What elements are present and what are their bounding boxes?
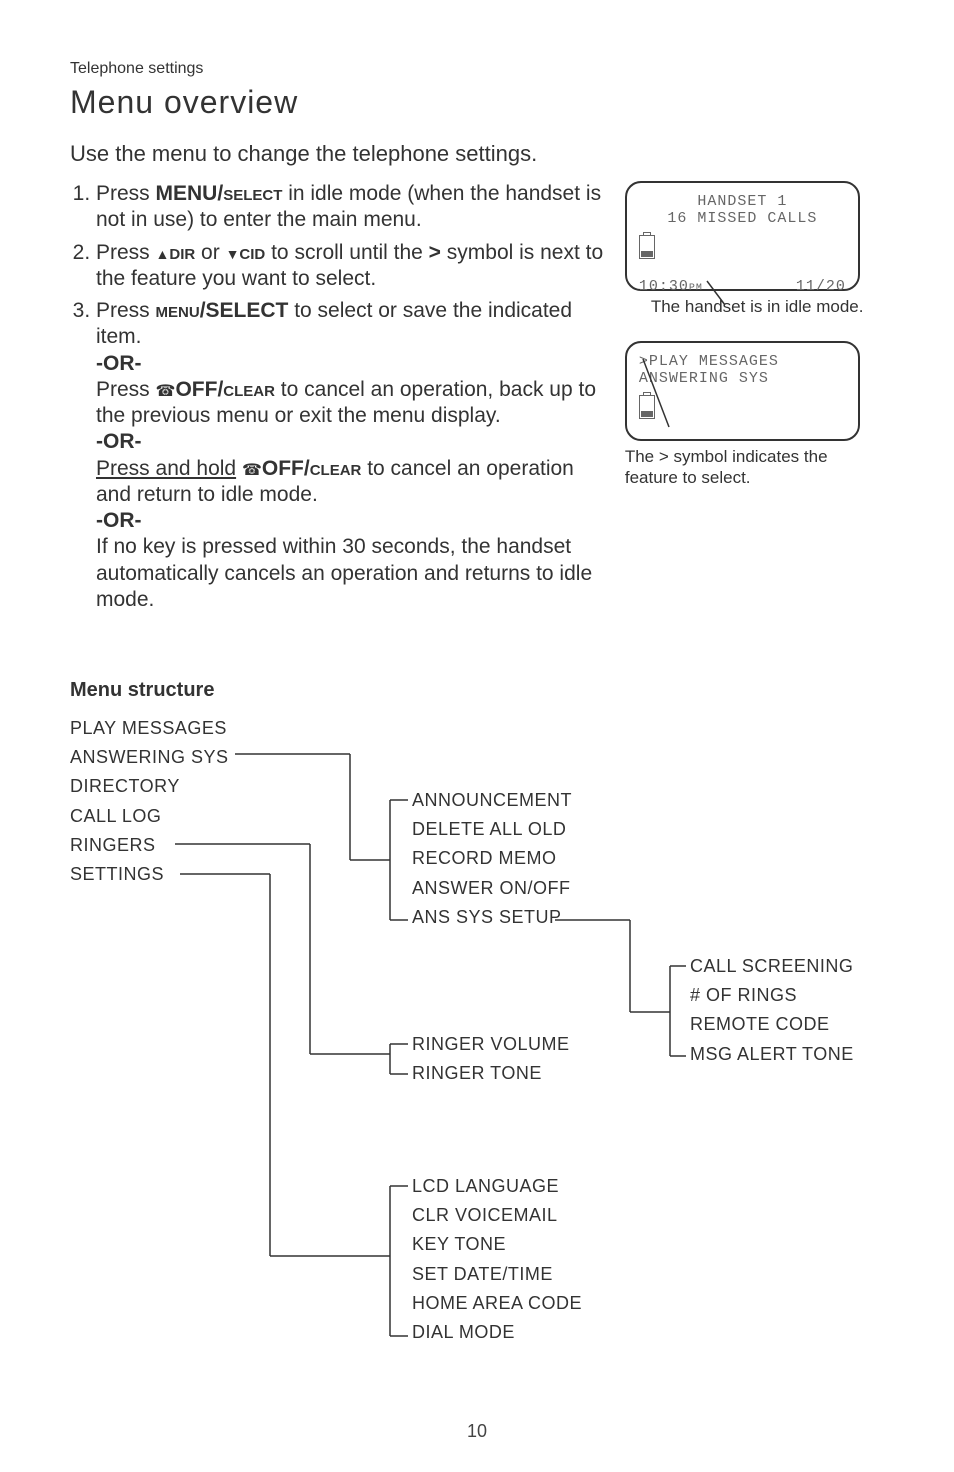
- tree-item: RECORD MEMO: [412, 846, 572, 871]
- tree-item: RINGER TONE: [412, 1061, 570, 1086]
- key-off: OFF/: [175, 378, 223, 401]
- menu-tree: PLAY MESSAGES ANSWERING SYS DIRECTORY CALL …: [70, 716, 884, 1396]
- lcd-date: 11/20: [796, 278, 846, 295]
- down-arrow-icon: [226, 241, 240, 264]
- or-divider: -OR-: [96, 429, 607, 455]
- lcd-time: 10:30: [639, 278, 689, 295]
- tree-item: RINGERS: [70, 833, 229, 858]
- menu-structure-heading: Menu structure: [70, 679, 884, 702]
- callout-line: [643, 397, 683, 467]
- lcd-screen-menu: >PLAY MESSAGES ANSWERING SYS: [625, 341, 860, 441]
- up-arrow-icon: [156, 241, 170, 264]
- tree-item: # OF RINGS: [690, 983, 854, 1008]
- tree-item: HOME AREA CODE: [412, 1291, 582, 1316]
- lcd-pm: PM: [689, 283, 703, 294]
- tree-item: SET DATE/TIME: [412, 1262, 582, 1287]
- step-2: Press dir or cid to scroll until the > s…: [96, 240, 607, 293]
- text-underline: Press and hold: [96, 457, 236, 480]
- text: Press: [96, 299, 156, 322]
- tree-item: DIAL MODE: [412, 1320, 582, 1345]
- tree-item: LCD LANGUAGE: [412, 1174, 582, 1199]
- tree-item: PLAY MESSAGES: [70, 716, 229, 741]
- tree-item: CALL LOG: [70, 804, 229, 829]
- key-menu: menu: [156, 299, 200, 322]
- tree-item: MSG ALERT TONE: [690, 1042, 854, 1067]
- tree-item: RINGER VOLUME: [412, 1032, 570, 1057]
- key-clear: clear: [223, 378, 275, 401]
- tree-setup-col: CALL SCREENING # OF RINGS REMOTE CODE MSG A…: [690, 954, 854, 1071]
- tree-ringers-col: RINGER VOLUME RINGER TONE: [412, 1032, 570, 1090]
- text: Press: [96, 378, 156, 401]
- or-divider: -OR-: [96, 508, 607, 534]
- side-illustrations: HANDSET 1 16 MISSED CALLS 10:30PM 11/20 …: [625, 181, 884, 619]
- tree-item: CLR VOICEMAIL: [412, 1203, 582, 1228]
- gt-symbol: >: [429, 241, 441, 264]
- text: to scroll until the: [265, 241, 428, 264]
- lcd-screen-idle: HANDSET 1 16 MISSED CALLS 10:30PM 11/20: [625, 181, 860, 291]
- step-3: Press menu/SELECT to select or save the …: [96, 298, 607, 613]
- section-label: Telephone settings: [70, 60, 884, 78]
- tree-item: DELETE ALL OLD: [412, 817, 572, 842]
- or-divider: -OR-: [96, 351, 607, 377]
- tree-root-col: PLAY MESSAGES ANSWERING SYS DIRECTORY CALL …: [70, 716, 229, 891]
- key-cid: cid: [239, 241, 265, 264]
- page-number: 10: [0, 1421, 954, 1442]
- intro-text: Use the menu to change the telephone set…: [70, 141, 884, 167]
- key-menu: MENU/: [156, 182, 224, 205]
- key-select: /SELECT: [200, 299, 289, 322]
- lcd-line: ANSWERING SYS: [639, 370, 846, 387]
- tree-settings-col: LCD LANGUAGE CLR VOICEMAIL KEY TONE SET DAT…: [412, 1174, 582, 1349]
- tree-item: ANNOUNCEMENT: [412, 788, 572, 813]
- tree-item: ANS SYS SETUP: [412, 905, 572, 930]
- lcd-line: HANDSET 1: [639, 193, 846, 210]
- instruction-steps: Press MENU/select in idle mode (when the…: [70, 181, 607, 619]
- lcd-line: >PLAY MESSAGES: [639, 353, 846, 370]
- tree-item: REMOTE CODE: [690, 1012, 854, 1037]
- handset-icon: [242, 457, 262, 480]
- lcd-caption: The handset is in idle mode.: [651, 297, 884, 317]
- key-select: select: [223, 182, 282, 205]
- tree-item: CALL SCREENING: [690, 954, 854, 979]
- battery-icon: [639, 235, 655, 259]
- step-1: Press MENU/select in idle mode (when the…: [96, 181, 607, 234]
- lcd-line: 16 MISSED CALLS: [639, 210, 846, 227]
- text: Press: [96, 241, 156, 264]
- tree-item: ANSWERING SYS: [70, 745, 229, 770]
- page-title: Menu overview: [70, 84, 884, 121]
- handset-icon: [156, 378, 176, 401]
- key-clear: clear: [310, 457, 362, 480]
- callout-line: [707, 281, 737, 311]
- tree-item: DIRECTORY: [70, 774, 229, 799]
- key-dir: dir: [169, 241, 195, 264]
- text: If no key is pressed within 30 seconds, …: [96, 535, 592, 611]
- tree-answering-col: ANNOUNCEMENT DELETE ALL OLD RECORD MEMO ANS…: [412, 788, 572, 934]
- tree-item: KEY TONE: [412, 1232, 582, 1257]
- text: or: [195, 241, 225, 264]
- tree-item: ANSWER ON/OFF: [412, 876, 572, 901]
- tree-item: SETTINGS: [70, 862, 229, 887]
- text: Press: [96, 182, 156, 205]
- key-off: OFF/: [262, 457, 310, 480]
